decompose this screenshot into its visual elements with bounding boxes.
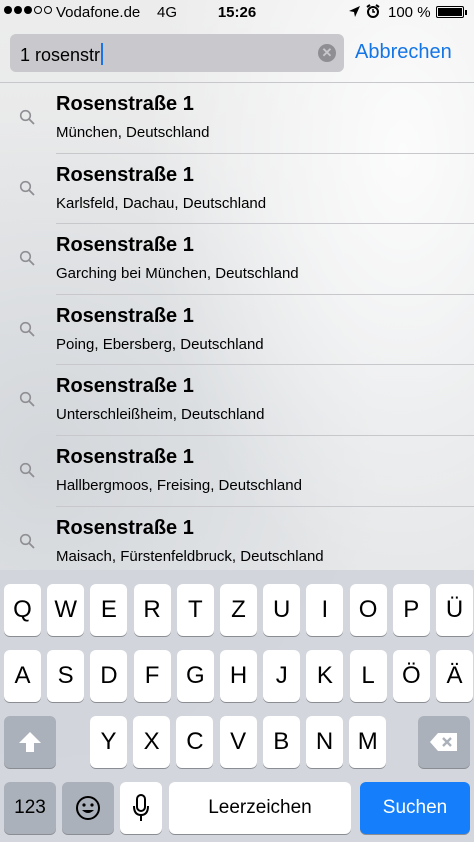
key-ü[interactable]: Ü	[436, 584, 473, 636]
clear-search-icon[interactable]: ✕	[318, 44, 336, 62]
keyboard: 123 Leerzeichen Suchen QWERTZUIOPÜ ASDFGH…	[0, 570, 474, 842]
key-r[interactable]: R	[133, 584, 171, 636]
search-icon	[19, 462, 35, 478]
backspace-icon	[430, 733, 457, 751]
delete-key[interactable]	[418, 716, 470, 768]
key-g[interactable]: G	[176, 650, 214, 702]
result-subtitle: Karlsfeld, Dachau, Deutschland	[56, 194, 267, 212]
result-title: Rosenstraße 1	[56, 163, 194, 186]
shift-arrow-icon	[19, 732, 41, 752]
key-w[interactable]: W	[47, 584, 85, 636]
key-t[interactable]: T	[176, 584, 214, 636]
key-k[interactable]: K	[306, 650, 344, 702]
battery-percentage: 100 %	[388, 4, 431, 21]
result-title: Rosenstraße 1	[56, 93, 194, 115]
search-field[interactable]: 1 rosenstr ✕	[10, 34, 344, 72]
key-l[interactable]: L	[349, 650, 387, 702]
result-title: Rosenstraße 1	[56, 304, 194, 327]
battery-icon	[436, 6, 467, 18]
shift-key[interactable]	[4, 716, 56, 768]
key-d[interactable]: D	[90, 650, 128, 702]
status-bar: Vodafone.de 4G 15:26 100 %	[0, 0, 474, 26]
key-y[interactable]: Y	[90, 716, 127, 768]
key-j[interactable]: J	[263, 650, 301, 702]
key-h[interactable]: H	[220, 650, 257, 702]
result-subtitle: Maisach, Fürstenfeldbruck, Deutschland	[56, 547, 324, 565]
key-x[interactable]: X	[133, 716, 171, 768]
key-u[interactable]: U	[263, 584, 301, 636]
result-subtitle: Poing, Ebersberg, Deutschland	[56, 335, 264, 353]
microphone-icon	[133, 794, 149, 821]
key-s[interactable]: S	[47, 650, 85, 702]
result-item[interactable]: Rosenstraße 1 Maisach, Fürstenfeldbruck, …	[0, 507, 474, 570]
emoji-key[interactable]	[62, 782, 114, 834]
search-icon	[19, 392, 35, 408]
key-v[interactable]: V	[219, 716, 257, 768]
key-e[interactable]: E	[90, 584, 128, 636]
key-z[interactable]: Z	[220, 584, 257, 636]
key-c[interactable]: C	[176, 716, 214, 768]
search-key[interactable]: Suchen	[360, 782, 470, 834]
search-icon	[19, 321, 35, 337]
key-f[interactable]: F	[133, 650, 171, 702]
result-subtitle: München, Deutschland	[56, 124, 210, 141]
key-i[interactable]: I	[306, 584, 344, 636]
text-cursor	[101, 43, 104, 65]
key-p[interactable]: P	[392, 584, 430, 636]
key-ä[interactable]: Ä	[436, 650, 473, 702]
search-icon	[19, 251, 35, 266]
result-item[interactable]: Rosenstraße 1 München, Deutschland	[0, 83, 474, 154]
result-item[interactable]: Rosenstraße 1 Garching bei München, Deuts…	[0, 224, 474, 295]
numbers-key[interactable]: 123	[4, 782, 56, 834]
result-item[interactable]: Rosenstraße 1 Karlsfeld, Dachau, Deutschl…	[0, 154, 474, 225]
key-n[interactable]: N	[306, 716, 343, 768]
result-subtitle: Garching bei München, Deutschland	[56, 265, 299, 283]
alarm-clock-icon	[366, 4, 380, 18]
result-item[interactable]: Rosenstraße 1 Unterschleißheim, Deutschla…	[0, 365, 474, 436]
key-m[interactable]: M	[349, 716, 387, 768]
search-input-text: 1 rosenstr	[20, 45, 101, 65]
location-arrow-icon	[349, 6, 360, 17]
result-subtitle: Unterschleißheim, Deutschland	[56, 406, 265, 424]
cancel-button[interactable]: Abbrechen	[355, 41, 452, 64]
search-icon	[19, 180, 35, 196]
result-title: Rosenstraße 1	[56, 445, 194, 468]
search-icon	[19, 109, 35, 125]
key-a[interactable]: A	[4, 650, 41, 702]
result-title: Rosenstraße 1	[56, 234, 194, 257]
space-key[interactable]: Leerzeichen	[169, 782, 351, 834]
emoji-icon	[76, 796, 100, 820]
result-item[interactable]: Rosenstraße 1 Poing, Ebersberg, Deutschla…	[0, 295, 474, 366]
search-input[interactable]: 1 rosenstr	[20, 43, 104, 66]
result-item[interactable]: Rosenstraße 1 Hallbergmoos, Freising, Deu…	[0, 436, 474, 507]
result-title: Rosenstraße 1	[56, 516, 194, 539]
result-subtitle: Hallbergmoos, Freising, Deutschland	[56, 476, 302, 494]
key-ö[interactable]: Ö	[392, 650, 430, 702]
key-o[interactable]: O	[349, 584, 387, 636]
result-title: Rosenstraße 1	[56, 375, 194, 398]
key-b[interactable]: B	[262, 716, 300, 768]
dictation-key[interactable]	[120, 782, 162, 834]
key-q[interactable]: Q	[4, 584, 41, 636]
search-icon	[19, 533, 35, 549]
search-results-list[interactable]: Rosenstraße 1 München, Deutschland Rosenst…	[0, 83, 474, 570]
